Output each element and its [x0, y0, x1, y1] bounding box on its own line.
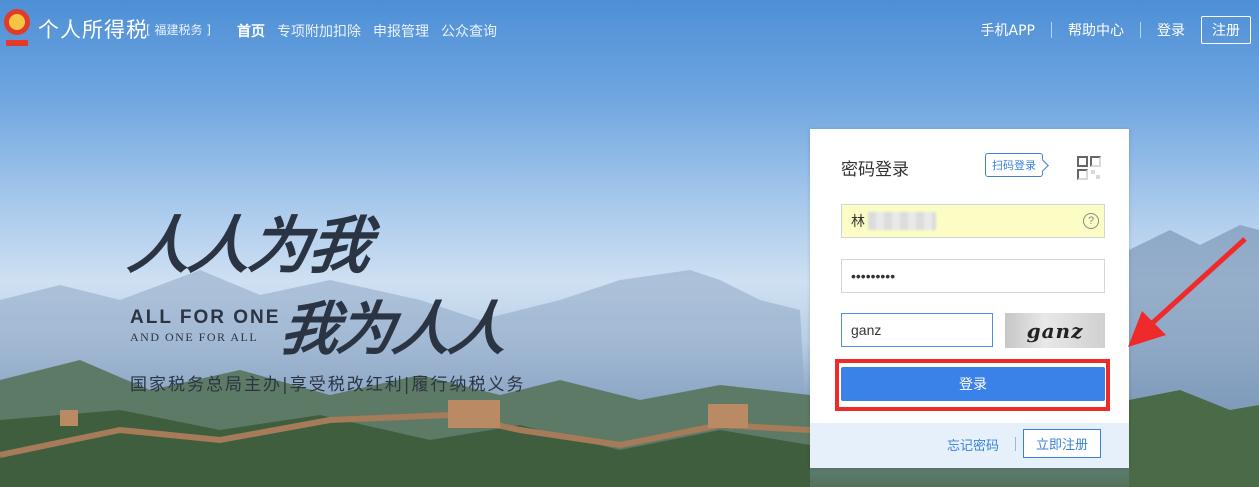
red-arrow-icon: [1128, 237, 1247, 347]
slogan-english-1: ALL FOR ONE: [130, 307, 281, 328]
nav-public-query[interactable]: 公众查询: [441, 21, 497, 41]
captcha-value: ganz: [851, 322, 882, 338]
brand-region: [ 福建税务 ]: [146, 23, 211, 37]
slogan-chinese-1: 人人为我: [124, 209, 375, 282]
nav-special-deduction[interactable]: 专项附加扣除: [277, 21, 361, 41]
header-register-button[interactable]: 注册: [1201, 16, 1251, 44]
panel-footer: 忘记密码 立即注册: [810, 423, 1129, 468]
forgot-password-link[interactable]: 忘记密码: [947, 435, 999, 454]
mobile-app-link[interactable]: 手机APP: [965, 20, 1051, 40]
help-center-link[interactable]: 帮助中心: [1052, 20, 1140, 40]
top-header: 个人所得税 [ 福建税务 ] 首页 专项附加扣除 申报管理 公众查询 手机APP…: [0, 0, 1259, 60]
main-nav: 首页 专项附加扣除 申报管理 公众查询: [237, 21, 497, 41]
captcha-input[interactable]: ganz: [841, 313, 993, 347]
tax-emblem-icon: [4, 9, 30, 46]
register-now-button[interactable]: 立即注册: [1023, 429, 1102, 458]
slogan-motto: 国家税务总局主办|享受税改红利|履行纳税义务: [130, 375, 526, 395]
login-panel: 密码登录 扫码登录 林 ? ••••••••• ganz ganz 登录 忘记密…: [810, 129, 1129, 468]
qr-code-icon[interactable]: [1076, 155, 1102, 181]
slogan-english-2: AND ONE FOR ALL: [130, 330, 259, 344]
slogan-chinese-2: 我为人人: [276, 295, 511, 363]
panel-title: 密码登录: [841, 160, 909, 180]
footer-divider: [1015, 437, 1016, 451]
captcha-image[interactable]: ganz: [1005, 313, 1105, 348]
help-icon[interactable]: ?: [1083, 213, 1099, 229]
password-field[interactable]: •••••••••: [841, 259, 1105, 293]
username-field[interactable]: 林 ?: [841, 204, 1105, 238]
masked-name: [868, 212, 936, 230]
nav-home[interactable]: 首页: [237, 21, 265, 41]
password-value: •••••••••: [851, 268, 896, 284]
right-nav: 手机APP 帮助中心 登录 注册: [965, 16, 1251, 44]
nav-declaration[interactable]: 申报管理: [373, 21, 429, 41]
username-value: 林: [851, 213, 865, 229]
brand-title: 个人所得税: [38, 18, 148, 42]
qr-login-tip[interactable]: 扫码登录: [985, 153, 1043, 177]
header-login-link[interactable]: 登录: [1141, 20, 1201, 40]
highlight-box: [835, 359, 1110, 411]
